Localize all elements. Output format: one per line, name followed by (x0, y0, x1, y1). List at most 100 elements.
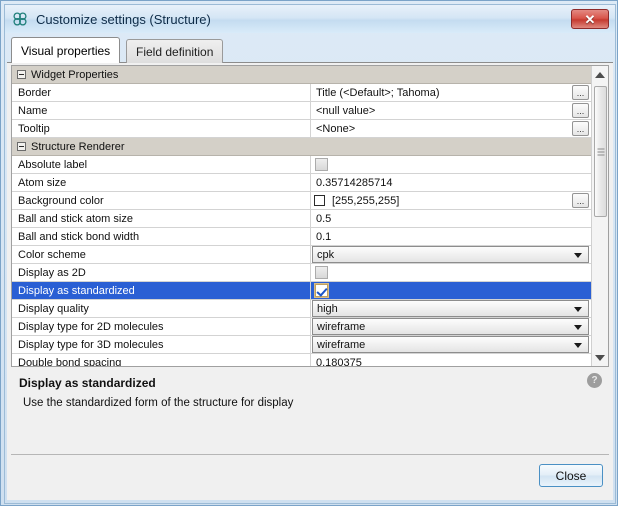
chevron-down-icon (574, 307, 582, 312)
properties-table-viewport: Widget Properties Border Title (<Default… (12, 66, 591, 366)
group-label: Structure Renderer (31, 141, 125, 153)
color-scheme-value: cpk (313, 249, 334, 261)
molecule-icon (11, 10, 29, 28)
chevron-down-icon (574, 343, 582, 348)
description-text: Use the standardized form of the structu… (23, 397, 293, 409)
table-row[interactable]: Name <null value> ... (12, 102, 591, 120)
property-label: Display type for 3D molecules (12, 336, 311, 353)
property-label: Display as 2D (12, 264, 311, 281)
chevron-down-icon (574, 253, 582, 258)
tab-visual-properties-label: Visual properties (21, 44, 110, 58)
collapse-icon[interactable] (17, 142, 26, 151)
background-color-value[interactable]: [255,255,255] (332, 195, 399, 207)
table-row[interactable]: Atom size 0.35714285714 (12, 174, 591, 192)
properties-table: Widget Properties Border Title (<Default… (11, 65, 609, 367)
help-icon[interactable]: ? (587, 373, 602, 388)
display-type-2d-dropdown[interactable]: wireframe (312, 318, 589, 335)
triangle-down-icon (595, 355, 605, 361)
property-value-cell[interactable]: 0.5 (311, 210, 591, 227)
property-value-cell[interactable]: Title (<Default>; Tahoma) ... (311, 84, 591, 101)
tab-visual-properties[interactable]: Visual properties (11, 37, 120, 63)
table-row[interactable]: Absolute label (12, 156, 591, 174)
property-label: Name (12, 102, 311, 119)
display-as-standardized-checkbox[interactable] (315, 284, 328, 297)
property-label: Ball and stick atom size (12, 210, 311, 227)
color-scheme-dropdown[interactable]: cpk (312, 246, 589, 263)
property-value-cell[interactable]: <null value> ... (311, 102, 591, 119)
scroll-grip-icon (597, 148, 604, 155)
property-label: Atom size (12, 174, 311, 191)
close-button[interactable]: Close (539, 464, 603, 487)
window-close-button[interactable]: ✕ (571, 9, 609, 29)
property-value-cell[interactable]: high (311, 300, 591, 317)
tab-content-panel: Widget Properties Border Title (<Default… (7, 62, 613, 500)
property-label: Tooltip (12, 120, 311, 137)
property-value-cell[interactable] (311, 282, 591, 299)
border-value[interactable]: Title (<Default>; Tahoma) (312, 84, 569, 101)
property-label: Double bond spacing (12, 354, 311, 366)
properties-vertical-scrollbar[interactable] (591, 66, 608, 366)
tab-field-definition[interactable]: Field definition (126, 39, 223, 63)
collapse-icon[interactable] (17, 70, 26, 79)
chevron-down-icon (574, 325, 582, 330)
browse-button[interactable]: ... (572, 121, 589, 136)
browse-button[interactable]: ... (572, 193, 589, 208)
property-label: Absolute label (12, 156, 311, 173)
ball-stick-atom-size-value[interactable]: 0.5 (311, 213, 331, 225)
group-row-widget-properties[interactable]: Widget Properties (12, 66, 591, 84)
group-label: Widget Properties (31, 69, 118, 81)
table-row[interactable]: Tooltip <None> ... (12, 120, 591, 138)
close-icon: ✕ (585, 13, 596, 26)
property-value-cell[interactable]: 0.1 (311, 228, 591, 245)
property-label: Border (12, 84, 311, 101)
table-row[interactable]: Border Title (<Default>; Tahoma) ... (12, 84, 591, 102)
property-value-cell[interactable] (311, 264, 591, 281)
property-value-cell[interactable]: wireframe (311, 336, 591, 353)
atom-size-value[interactable]: 0.35714285714 (311, 177, 392, 189)
display-type-3d-dropdown[interactable]: wireframe (312, 336, 589, 353)
display-as-2d-checkbox[interactable] (315, 266, 328, 279)
property-value-cell[interactable]: wireframe (311, 318, 591, 335)
description-panel: Display as standardized Use the standard… (11, 369, 609, 455)
browse-button[interactable]: ... (572, 85, 589, 100)
double-bond-spacing-value[interactable]: 0.180375 (311, 357, 362, 367)
table-row[interactable]: Display type for 3D molecules wireframe (12, 336, 591, 354)
browse-button[interactable]: ... (572, 103, 589, 118)
tabstrip: Field definition Visual properties (7, 37, 613, 63)
property-value-cell[interactable]: [255,255,255] ... (311, 192, 591, 209)
table-row[interactable]: Ball and stick bond width 0.1 (12, 228, 591, 246)
property-value-cell[interactable]: 0.35714285714 (311, 174, 591, 191)
tooltip-value[interactable]: <None> (312, 120, 569, 137)
property-value-cell[interactable]: 0.180375 (311, 354, 591, 366)
property-label: Ball and stick bond width (12, 228, 311, 245)
titlebar: Customize settings (Structure) ✕ (5, 5, 615, 33)
scroll-down-button[interactable] (592, 349, 608, 366)
name-value[interactable]: <null value> (312, 102, 569, 119)
property-label: Display as standardized (12, 282, 311, 299)
table-row-selected[interactable]: Display as standardized (12, 282, 591, 300)
table-row[interactable]: Ball and stick atom size 0.5 (12, 210, 591, 228)
tab-field-definition-label: Field definition (136, 45, 213, 59)
triangle-up-icon (595, 72, 605, 78)
scroll-thumb[interactable] (594, 86, 607, 217)
table-row[interactable]: Background color [255,255,255] ... (12, 192, 591, 210)
property-value-cell[interactable]: <None> ... (311, 120, 591, 137)
group-row-structure-renderer[interactable]: Structure Renderer (12, 138, 591, 156)
property-value-cell[interactable] (311, 156, 591, 173)
table-row[interactable]: Color scheme cpk (12, 246, 591, 264)
property-label: Display quality (12, 300, 311, 317)
ball-stick-bond-width-value[interactable]: 0.1 (311, 231, 331, 243)
display-quality-dropdown[interactable]: high (312, 300, 589, 317)
property-value-cell[interactable]: cpk (311, 246, 591, 263)
property-label: Background color (12, 192, 311, 209)
display-quality-value: high (313, 303, 338, 315)
absolute-label-checkbox[interactable] (315, 158, 328, 171)
window-title: Customize settings (Structure) (36, 12, 211, 27)
table-row[interactable]: Display as 2D (12, 264, 591, 282)
table-row[interactable]: Display quality high (12, 300, 591, 318)
table-row[interactable]: Display type for 2D molecules wireframe (12, 318, 591, 336)
display-type-2d-value: wireframe (313, 321, 365, 333)
table-row[interactable]: Double bond spacing 0.180375 (12, 354, 591, 366)
scroll-up-button[interactable] (592, 66, 608, 83)
property-label: Display type for 2D molecules (12, 318, 311, 335)
